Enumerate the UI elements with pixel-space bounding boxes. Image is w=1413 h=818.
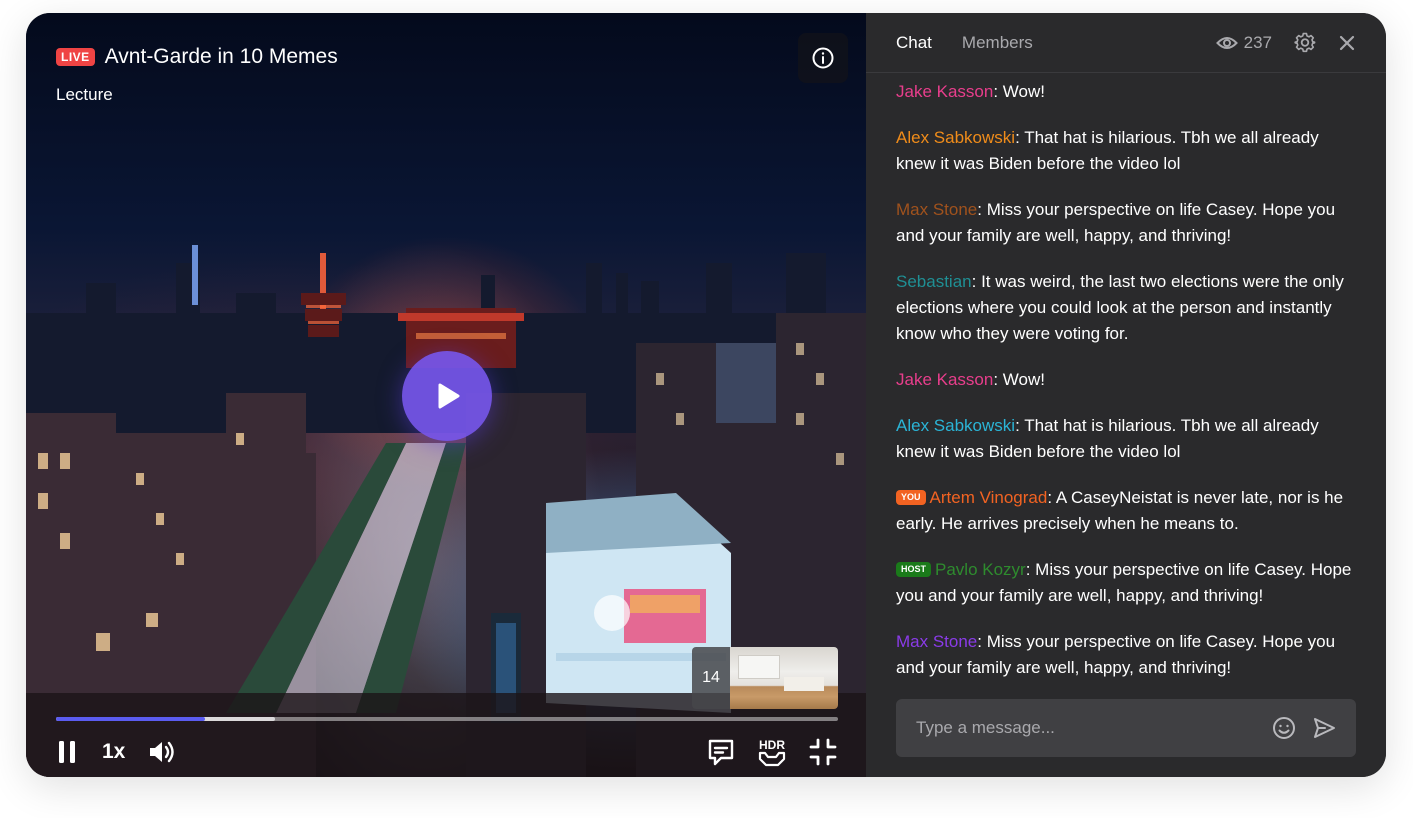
- hdr-label: HDR: [759, 738, 785, 752]
- preview-count: 14: [692, 647, 730, 709]
- emoji-icon: [1273, 717, 1295, 739]
- chat-message: HOST Pavlo Kozyr: Miss your perspective o…: [896, 557, 1356, 609]
- chat-message: Jake Kasson: Wow!: [896, 79, 1356, 105]
- volume-button[interactable]: [147, 735, 177, 769]
- message-author[interactable]: Pavlo Kozyr: [935, 560, 1026, 579]
- video-player[interactable]: LIVE Avnt-Garde in 10 Memes Lecture 14 1…: [26, 13, 866, 777]
- exit-fullscreen-icon: [809, 738, 837, 766]
- close-button[interactable]: [1338, 34, 1356, 52]
- chat-bubble-icon: [708, 739, 734, 766]
- playback-speed-button[interactable]: 1x: [102, 735, 125, 769]
- role-badge: HOST: [896, 562, 932, 577]
- video-subtitle: Lecture: [56, 85, 113, 104]
- emoji-button[interactable]: [1272, 716, 1296, 740]
- chat-message: Max Stone: Miss your perspective on life…: [896, 629, 1356, 681]
- tab-chat[interactable]: Chat: [896, 33, 932, 53]
- video-title: Avnt-Garde in 10 Memes: [104, 45, 338, 68]
- live-player-window: LIVE Avnt-Garde in 10 Memes Lecture 14 1…: [26, 13, 1386, 777]
- chat-message: Alex Sabkowski: That hat is hilarious. T…: [896, 413, 1356, 465]
- message-composer: [896, 699, 1356, 757]
- info-button[interactable]: [798, 33, 848, 83]
- hdr-icon: HDR: [758, 738, 785, 767]
- play-icon: [438, 383, 460, 409]
- message-author[interactable]: Alex Sabkowski: [896, 416, 1015, 435]
- tab-members[interactable]: Members: [962, 33, 1033, 53]
- chat-message: Jake Kasson: Wow!: [896, 367, 1356, 393]
- message-author[interactable]: Jake Kasson: [896, 82, 993, 101]
- message-author[interactable]: Max Stone: [896, 632, 977, 651]
- message-list[interactable]: Jake Kasson: Wow! Alex Sabkowski: That ha…: [866, 73, 1386, 693]
- send-icon: [1314, 718, 1335, 738]
- pause-button[interactable]: [56, 735, 78, 769]
- chat-panel: Chat Members 237 Jake Kasson: Wow! Alex …: [866, 13, 1386, 777]
- message-author[interactable]: Max Stone: [896, 200, 977, 219]
- progress-bar[interactable]: [56, 717, 838, 721]
- preview-thumbnail: [730, 647, 838, 709]
- exit-fullscreen-button[interactable]: [808, 735, 838, 769]
- chat-message: YOU Artem Vinograd: A CaseyNeistat is nev…: [896, 485, 1356, 537]
- video-header: LIVE Avnt-Garde in 10 Memes: [56, 45, 338, 69]
- chat-toggle-button[interactable]: [706, 735, 736, 769]
- info-icon: [812, 47, 834, 69]
- hdr-button[interactable]: HDR: [756, 735, 788, 769]
- message-author[interactable]: Alex Sabkowski: [896, 128, 1015, 147]
- eye-icon: [1215, 36, 1238, 49]
- send-button[interactable]: [1312, 716, 1336, 740]
- close-icon: [1339, 35, 1355, 50]
- message-text: : Wow!: [993, 82, 1045, 101]
- live-badge: LIVE: [56, 48, 95, 66]
- viewer-count-value: 237: [1243, 32, 1272, 52]
- role-badge: YOU: [896, 490, 926, 505]
- message-author[interactable]: Artem Vinograd: [930, 488, 1048, 507]
- message-author[interactable]: Jake Kasson: [896, 370, 993, 389]
- message-author[interactable]: Sebastian: [896, 272, 972, 291]
- player-controls: 1x HDR: [56, 735, 838, 769]
- chat-message: Alex Sabkowski: That hat is hilarious. T…: [896, 125, 1356, 177]
- chat-header: Chat Members 237: [866, 13, 1386, 73]
- pause-icon: [59, 741, 75, 763]
- message-text: : Wow!: [993, 370, 1045, 389]
- seek-preview: 14: [692, 647, 838, 709]
- viewer-count: 237: [1215, 32, 1272, 53]
- play-button[interactable]: [402, 351, 492, 441]
- progress-played: [56, 717, 205, 721]
- chat-message: Max Stone: Miss your perspective on life…: [896, 197, 1356, 249]
- volume-icon: [150, 741, 175, 763]
- settings-button[interactable]: [1294, 32, 1316, 54]
- message-input[interactable]: [916, 718, 1272, 738]
- gear-icon: [1294, 32, 1316, 52]
- chat-message: Sebastian: It was weird, the last two el…: [896, 269, 1356, 347]
